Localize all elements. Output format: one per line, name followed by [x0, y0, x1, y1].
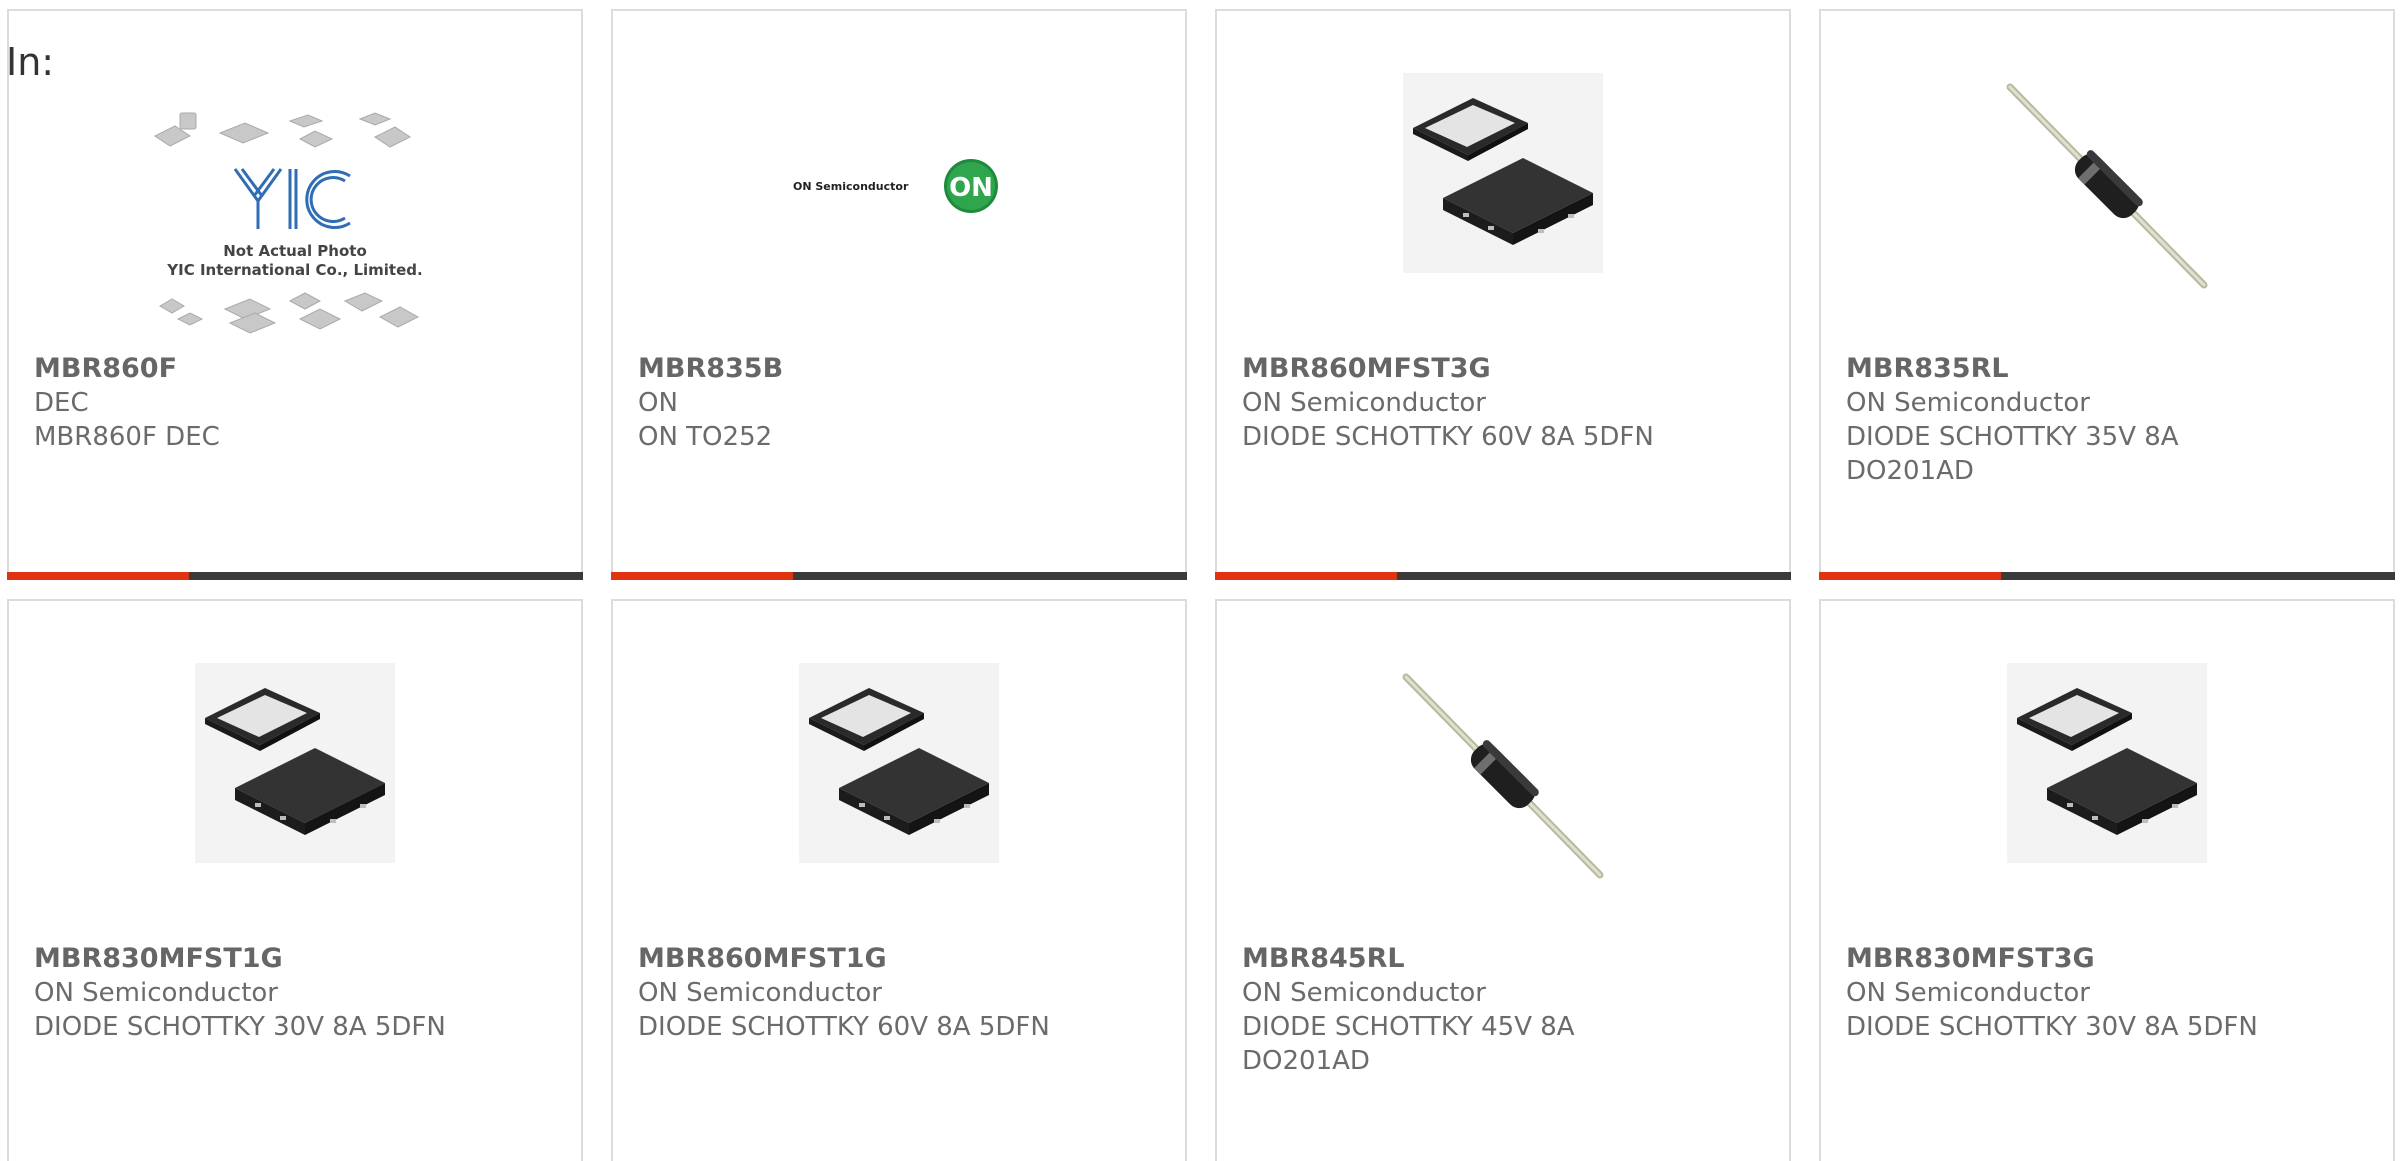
card-accent-bar — [1819, 572, 2001, 580]
image-caption-line2: YIC International Co., Limited. — [166, 261, 422, 279]
card-bottom-bar — [1215, 572, 1791, 580]
part-number[interactable]: MBR860MFST1G — [638, 942, 1165, 976]
yic-placeholder-image: Not Actual Photo YIC International Co., … — [154, 112, 423, 334]
product-image — [1821, 663, 2393, 883]
product-text: MBR860MFST3G ON Semiconductor DIODE SCHO… — [1242, 352, 1769, 454]
description: DIODE SCHOTTKY 30V 8A 5DFN — [1846, 1012, 2258, 1042]
description: DIODE SCHOTTKY 60V 8A 5DFN — [638, 1012, 1050, 1042]
manufacturer: ON Semiconductor — [34, 978, 278, 1008]
card-accent-bar — [7, 572, 189, 580]
product-text: MBR835B ON ON TO252 — [638, 352, 1165, 454]
card-accent-bar — [611, 572, 793, 580]
logo-wordmark: ON Semiconductor — [793, 180, 909, 193]
description: ON TO252 — [638, 422, 773, 452]
part-number[interactable]: MBR845RL — [1242, 942, 1769, 976]
yic-logo — [233, 168, 351, 229]
product-image — [9, 663, 581, 883]
card-bottom-bar — [1819, 572, 2395, 580]
product-image — [1821, 81, 2393, 301]
part-number[interactable]: MBR835RL — [1846, 352, 2373, 386]
description: DIODE SCHOTTKY 30V 8A 5DFN — [34, 1012, 446, 1042]
on-semiconductor-logo: ON Semiconductor ON — [793, 159, 998, 213]
product-text: MBR860F DEC MBR860F DEC — [34, 352, 561, 454]
manufacturer: ON Semiconductor — [1846, 388, 2090, 418]
part-number[interactable]: MBR860MFST3G — [1242, 352, 1769, 386]
product-card[interactable]: MBR860MFST1G ON Semiconductor DIODE SCHO… — [611, 599, 1187, 1161]
part-number[interactable]: MBR860F — [34, 352, 561, 386]
product-card[interactable]: MBR830MFST1G ON Semiconductor DIODE SCHO… — [7, 599, 583, 1161]
product-text: MBR830MFST1G ON Semiconductor DIODE SCHO… — [34, 942, 561, 1044]
manufacturer: DEC — [34, 388, 89, 418]
manufacturer: ON Semiconductor — [638, 978, 882, 1008]
logo-badge-text: ON — [949, 173, 993, 203]
image-caption-line1: Not Actual Photo — [223, 242, 367, 260]
dfn-package-image — [195, 663, 395, 863]
product-image — [1217, 73, 1789, 293]
product-card[interactable]: ON Semiconductor ON MBR835B ON ON TO252 — [611, 9, 1187, 580]
manufacturer: ON — [638, 388, 678, 418]
product-card[interactable]: Not Actual Photo YIC International Co., … — [7, 9, 583, 580]
axial-diode-image — [1402, 673, 1604, 879]
dfn-package-image — [1403, 73, 1603, 273]
manufacturer: ON Semiconductor — [1242, 978, 1486, 1008]
description: MBR860F DEC — [34, 422, 220, 452]
product-text: MBR860MFST1G ON Semiconductor DIODE SCHO… — [638, 942, 1165, 1044]
product-image — [613, 663, 1185, 883]
card-bottom-bar — [611, 572, 1187, 580]
card-accent-bar — [1215, 572, 1397, 580]
dfn-package-image — [2007, 663, 2207, 863]
part-number[interactable]: MBR830MFST1G — [34, 942, 561, 976]
product-text: MBR830MFST3G ON Semiconductor DIODE SCHO… — [1846, 942, 2373, 1044]
product-card[interactable]: MBR845RL ON Semiconductor DIODE SCHOTTKY… — [1215, 599, 1791, 1161]
product-image: ON Semiconductor ON — [613, 151, 1185, 371]
in-label: In: — [6, 40, 55, 84]
product-image — [1217, 671, 1789, 891]
part-number[interactable]: MBR830MFST3G — [1846, 942, 2373, 976]
product-card[interactable]: MBR835RL ON Semiconductor DIODE SCHOTTKY… — [1819, 9, 2395, 580]
manufacturer: ON Semiconductor — [1242, 388, 1486, 418]
product-image: Not Actual Photo YIC International Co., … — [9, 101, 581, 334]
product-text: MBR835RL ON Semiconductor DIODE SCHOTTKY… — [1846, 352, 2373, 488]
description: DIODE SCHOTTKY 35V 8A DO201AD — [1846, 422, 2179, 486]
description: DIODE SCHOTTKY 45V 8A DO201AD — [1242, 1012, 1575, 1076]
product-grid-page: In: Not Actual Photo YIC International C… — [0, 0, 2400, 1161]
card-bottom-bar — [7, 572, 583, 580]
product-text: MBR845RL ON Semiconductor DIODE SCHOTTKY… — [1242, 942, 1769, 1078]
axial-diode-image — [2006, 83, 2208, 289]
manufacturer: ON Semiconductor — [1846, 978, 2090, 1008]
product-card[interactable]: MBR830MFST3G ON Semiconductor DIODE SCHO… — [1819, 599, 2395, 1161]
part-number[interactable]: MBR835B — [638, 352, 1165, 386]
dfn-package-image — [799, 663, 999, 863]
product-card[interactable]: MBR860MFST3G ON Semiconductor DIODE SCHO… — [1215, 9, 1791, 580]
description: DIODE SCHOTTKY 60V 8A 5DFN — [1242, 422, 1654, 452]
